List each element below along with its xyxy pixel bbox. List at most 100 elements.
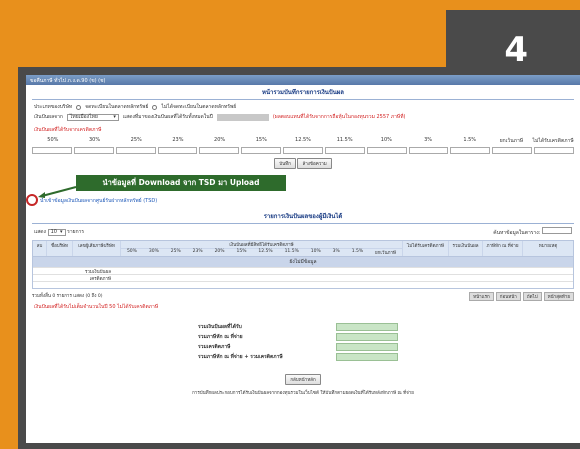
col-header-rate: 3% [332,249,340,254]
rate-label: 30% [88,137,101,143]
col-header-rate: 20% [214,249,225,254]
back-button[interactable]: กลับหน้าหลัก [285,374,321,385]
col-header-note: หมายเหตุ [538,244,558,249]
col-header-rate: 11.5% [284,249,299,254]
col-header-rate: 25% [170,249,181,254]
last-page-button[interactable]: หน้าสุดท้าย [543,292,574,301]
rate-input[interactable] [450,147,491,154]
rate-input-row [26,147,580,154]
summary-label: รวมภาษีหัก ณ ที่จ่าย [198,334,243,340]
col-header-nocredit: ไม่ได้รับเครดิตภาษี [403,241,449,256]
table-row: เครดิตภาษี [33,274,573,282]
row-label: เครดิตภาษี [89,277,111,282]
rate-label: 3% [424,137,432,143]
save-button[interactable]: บันทึก [274,158,296,169]
summary-value [336,323,398,331]
search-input[interactable] [542,227,572,234]
rate-input[interactable] [366,147,407,154]
clear-button[interactable]: ล้างข้อความ [297,158,332,169]
first-page-button[interactable]: หน้าแรก [469,292,494,301]
form-buttons: บันทึก ล้างข้อความ [26,158,580,169]
list-title: รายการเงินปันผลของผู้มีเงินได้ [263,213,343,220]
summary-row: รวมเงินปันผลที่ได้รับ [198,322,398,332]
back-row: กลับหน้าหลัก [26,374,580,385]
list-length-control: แสดง 10 ▾ รายการ [34,228,84,236]
company-type-row: ประเภทของบริษัท จดทะเบียนในตลาดหลักทรัพย… [26,102,580,112]
radio-unlisted[interactable] [152,104,158,110]
no-data-row: ยังไม่มีข้อมูล [33,257,573,267]
summary-value [336,353,398,361]
col-header-credit: เงินปันผลที่มีสิทธิได้รับเครดิตภาษี [121,241,402,249]
summary-row: รวมภาษีหัก ณ ที่จ่าย [198,332,398,342]
summary-label: รวมเงินปันผลที่ได้รับ [198,324,242,330]
page-size-value: 10 [50,229,57,235]
rate-label: 20% [214,137,226,143]
rate-header-row: 50% 30% 25% 23% 20% 15% 12.5% 11.5% 10% … [26,135,580,147]
summary-value [336,343,398,351]
table-row: รวมเงินปันผล [33,267,573,275]
summary-label: รวมภาษีหัก ณ ที่จ่าย + รวมเครดิตภาษี [198,354,283,360]
upload-callout: นำข้อมูลที่ Download จาก TSD มา Upload [76,175,286,191]
col-header-rate: 15% [236,249,247,254]
summary-block: รวมเงินปันผลที่ได้รับ รวมภาษีหัก ณ ที่จ่… [198,322,398,362]
window-title: ขอคืนภาษี ทั่วไป ภ.ง.ด.90 (ข) (ช) [26,75,580,85]
col-header-rate: 1.5% [351,249,364,254]
income-note: (ผลตอบแทนที่ได้รับจากการถือหุ้นในกองทุนร… [272,114,406,120]
items-label: รายการ [67,229,85,235]
next-page-button[interactable]: ถัดไป [522,292,542,301]
income-select-value: ไทยเมืองไทย [69,114,98,120]
section-title: หน้ารวมบันทึกรายการเงินปันผล [262,89,344,96]
col-header-company: ชื่อบริษัท [47,241,73,256]
rate-input[interactable] [73,147,114,154]
col-header-total: รวมเงินปันผล [449,241,483,256]
chevron-down-icon: ▾ [60,229,63,235]
rate-input[interactable] [157,147,198,154]
col-header-taxid: เลขผู้เสียภาษีบริษัท [73,241,121,256]
search-label: ค้นหาข้อมูลในตาราง: [493,230,541,236]
rate-input[interactable] [324,147,365,154]
pager-note: เงินปันผลที่ได้รับไม่เต็มจำนวนในปี 50 ไม… [34,304,159,310]
col-header-rate: 50% [126,249,137,254]
rate-input[interactable] [199,147,240,154]
dividend-table: ลบ ชื่อบริษัท เลขผู้เสียภาษีบริษัท เงินป… [32,240,574,289]
rate-input[interactable] [115,147,156,154]
col-header-rate: 12.5% [258,249,273,254]
rate-label: 10% [380,137,392,143]
col-header-rate: ยกเว้นภาษี [375,251,396,256]
divider [32,223,574,224]
footer-note: การบันทึกผลประกอบการได้รับเงินปันผลจากกอ… [192,391,414,396]
rate-input[interactable] [283,147,323,154]
rate-input[interactable] [534,147,574,154]
col-header-rate: 30% [148,249,159,254]
col-header-rate: 23% [192,249,203,254]
radio-unlisted-label: ไม่ได้จดทะเบียนในตลาดหลักทรัพย์ [161,104,237,110]
upload-highlight-circle[interactable] [26,194,38,206]
rate-input[interactable] [32,147,72,154]
summary-row: รวมเครดิตภาษี [198,342,398,352]
table-search: ค้นหาข้อมูลในตาราง: [493,227,572,237]
rate-input[interactable] [408,147,449,154]
income-row: เงินปันผลจาก ไทยเมืองไทย ▾ แสดงที่มาของเ… [26,112,580,122]
pager: รวมทั้งสิ้น 0 รายการ แสดง (0 ถึง 0) หน้า… [26,291,580,302]
col-header-credit-group: เงินปันผลที่มีสิทธิได้รับเครดิตภาษี 50% … [121,241,403,256]
divider [32,99,574,100]
rate-input[interactable] [492,147,533,154]
tsd-import-link[interactable]: นำเข้าข้อมูลเงินปันผลจากศูนย์รับฝากหลักท… [40,197,157,205]
rate-input[interactable] [241,147,282,154]
page-size-select[interactable]: 10 ▾ [47,228,66,236]
prev-page-button[interactable]: ก่อนหน้า [495,292,521,301]
rate-label: 25% [130,137,142,143]
company-type-label: ประเภทของบริษัท [34,104,73,110]
show-label: แสดง [34,229,46,235]
rate-label: 12.5% [295,137,311,143]
col-header-rate: 10% [310,249,321,254]
browser-screen: ขอคืนภาษี ทั่วไป ภ.ง.ด.90 (ข) (ช) หน้ารว… [26,75,580,443]
radio-listed[interactable] [76,104,82,110]
col-header-delete: ลบ [33,241,47,256]
income-select[interactable]: ไทยเมืองไทย ▾ [66,113,119,121]
table-header-row: ลบ ชื่อบริษัท เลขผู้เสียภาษีบริษัท เงินป… [33,241,573,257]
chevron-down-icon: ▾ [113,114,116,120]
table-row [33,281,573,288]
income-label: เงินปันผลจาก [34,114,63,120]
row-label: รวมเงินปันผล [84,270,111,275]
